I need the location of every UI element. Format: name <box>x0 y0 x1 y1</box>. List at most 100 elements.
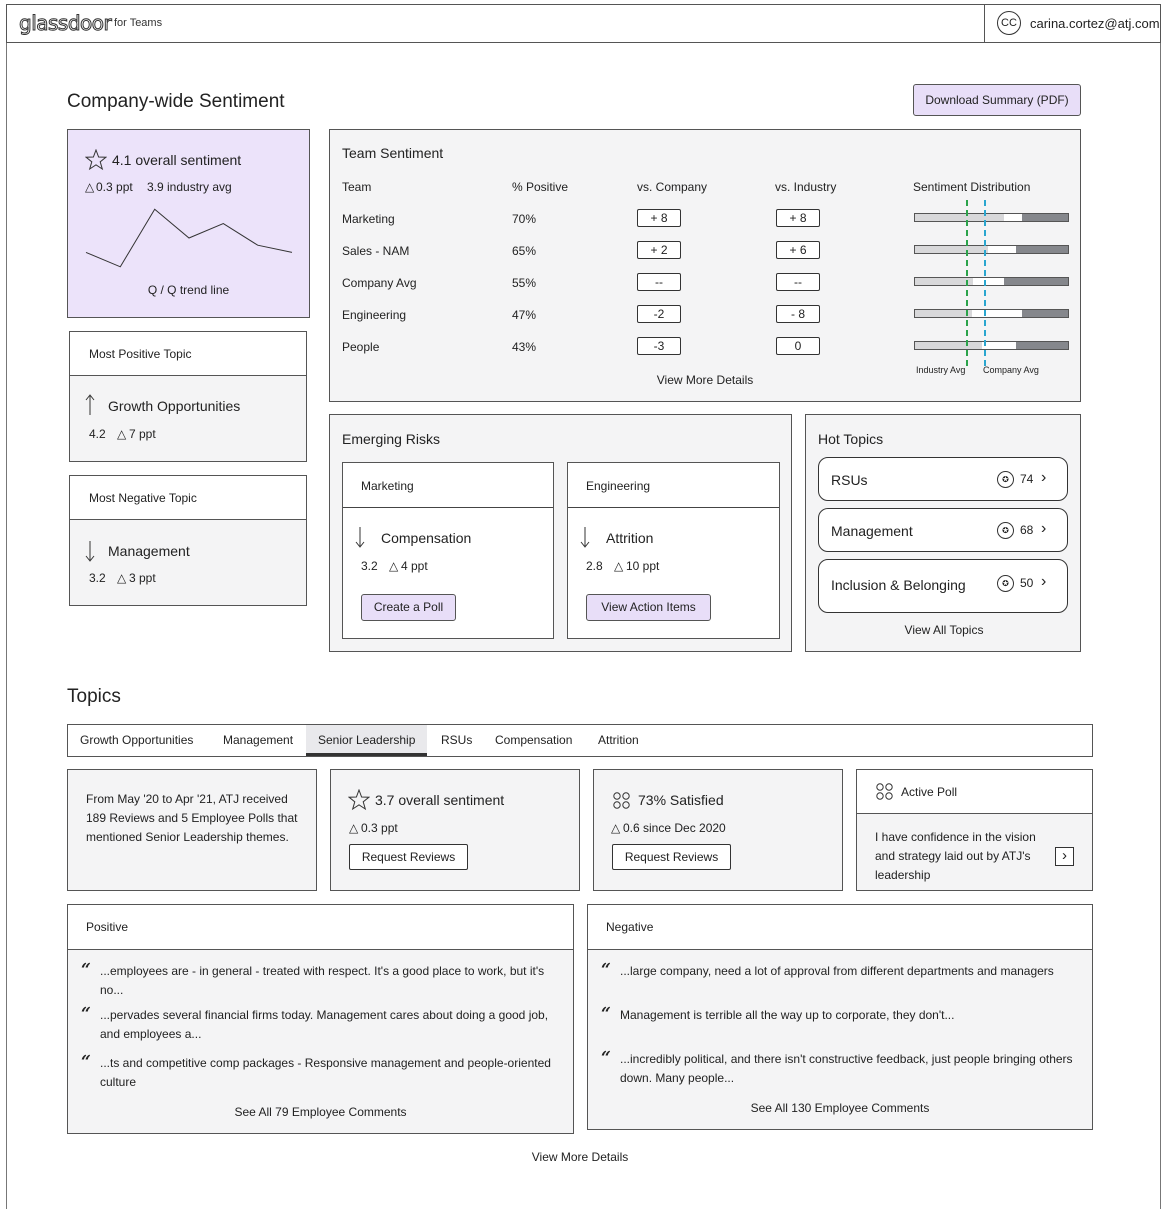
most-negative-delta: 3 ppt <box>129 571 156 585</box>
see-all-positive-link[interactable]: See All 79 Employee Comments <box>68 1105 573 1119</box>
distribution-segment-mid <box>982 342 1016 349</box>
delta-triangle-icon: △ <box>611 821 621 835</box>
distribution-segment-mid <box>1003 214 1023 221</box>
poll-next-button[interactable]: › <box>1055 847 1074 866</box>
vs-company-badge: + 8 <box>637 209 681 227</box>
sentiment-distribution-bar <box>914 245 1069 254</box>
risk-topic: Compensation <box>381 530 472 546</box>
tab-senior-leadership[interactable]: Senior Leadership <box>306 725 428 756</box>
industry-avg-line <box>966 200 968 366</box>
col-team: Team <box>342 180 372 194</box>
most-positive-header: Most Positive Topic <box>69 331 307 376</box>
risk-team: Engineering <box>586 479 651 493</box>
see-all-negative-link[interactable]: See All 130 Employee Comments <box>588 1101 1092 1115</box>
distribution-segment-positive <box>1015 246 1068 253</box>
distribution-segment-neutral <box>915 342 983 349</box>
quote-icon: “ <box>601 1048 611 1068</box>
vs-company-badge: -- <box>637 273 681 291</box>
most-positive-card[interactable]: Growth Opportunities 4.2 △ 7 ppt <box>69 375 307 462</box>
overall-sentiment-label: 4.1 overall sentiment <box>112 152 242 168</box>
positive-header: Positive <box>67 904 574 950</box>
chevron-right-icon: › <box>1062 847 1067 864</box>
most-negative-topic: Management <box>108 543 190 559</box>
team-name: People <box>342 340 380 354</box>
industry-avg-label: Industry Avg <box>916 365 966 375</box>
col-vs-industry: vs. Industry <box>775 180 837 194</box>
vs-company-badge: -2 <box>637 305 681 323</box>
risk-delta: 4 ppt <box>401 559 428 573</box>
hot-topic-rsus[interactable]: RSUs ✪ 74 › <box>818 457 1068 501</box>
active-poll-label: Active Poll <box>901 785 958 799</box>
team-sentiment-card: Team Sentiment Team % Positive vs. Compa… <box>329 129 1081 402</box>
arrow-down-icon <box>85 541 95 562</box>
most-positive-header-label: Most Positive Topic <box>89 347 192 361</box>
tab-growth-opportunities[interactable]: Growth Opportunities <box>68 725 205 756</box>
most-positive-topic: Growth Opportunities <box>108 398 241 414</box>
view-all-topics-link[interactable]: View All Topics <box>806 623 1082 637</box>
team-pct-positive: 47% <box>512 308 537 322</box>
download-summary-button[interactable]: Download Summary (PDF) <box>913 84 1081 116</box>
top-bar: glassdoor for Teams CC carina.cortez@atj… <box>6 4 1161 43</box>
arrow-down-icon <box>355 527 365 548</box>
distribution-segment-mid <box>971 310 1023 317</box>
distribution-segment-neutral <box>915 214 1004 221</box>
trend-line <box>85 208 293 268</box>
team-pct-positive: 55% <box>512 276 537 290</box>
team-pct-positive: 70% <box>512 212 537 226</box>
emerging-risks-card: Emerging Risks Marketing Compensation 3.… <box>329 414 792 652</box>
active-poll-header: Active Poll <box>856 769 1093 814</box>
arrow-down-icon <box>580 527 590 548</box>
risk-topic: Attrition <box>606 530 654 546</box>
hot-topic-label: RSUs <box>831 472 868 488</box>
team-pct-positive: 43% <box>512 340 537 354</box>
most-positive-score: 4.2 <box>89 427 106 441</box>
col-vs-company: vs. Company <box>637 180 708 194</box>
tab-compensation[interactable]: Compensation <box>483 725 584 756</box>
user-menu[interactable]: CC carina.cortez@atj.com <box>984 5 1160 42</box>
topic-overall-label: 3.7 overall sentiment <box>375 792 505 808</box>
distribution-segment-neutral <box>915 310 972 317</box>
chevron-right-icon: › <box>1041 520 1047 537</box>
footer-view-more-link[interactable]: View More Details <box>480 1150 680 1164</box>
delta-triangle-icon: △ <box>117 571 127 585</box>
most-negative-header: Most Negative Topic <box>69 475 307 520</box>
poll-dots-icon <box>876 783 893 800</box>
most-negative-card[interactable]: Management 3.2 △ 3 ppt <box>69 519 307 606</box>
risk-team: Marketing <box>361 479 414 493</box>
distribution-segment-positive <box>1003 278 1068 285</box>
tab-management[interactable]: Management <box>211 725 305 756</box>
chevron-right-icon: › <box>1041 469 1047 486</box>
topic-summary-card: From May '20 to Apr '21, ATJ received 18… <box>67 769 317 891</box>
divider <box>568 507 779 508</box>
reviews-badge-icon: ✪ <box>997 575 1014 592</box>
team-pct-positive: 65% <box>512 244 537 258</box>
quote-icon: “ <box>81 1004 91 1024</box>
topic-satisfied-card: 73% Satisfied △ 0.6 since Dec 2020 Reque… <box>593 769 843 891</box>
hot-topic-inclusion[interactable]: Inclusion & Belonging ✪ 50 › <box>818 559 1068 613</box>
distribution-segment-positive <box>1022 310 1068 317</box>
team-view-more-link[interactable]: View More Details <box>630 373 780 387</box>
positive-quote: ...employees are - in general - treated … <box>100 964 545 997</box>
poll-dots-icon <box>613 792 630 809</box>
hot-topic-management[interactable]: Management ✪ 68 › <box>818 508 1068 552</box>
active-poll-card: I have confidence in the vision and stra… <box>856 813 1093 891</box>
distribution-segment-positive <box>1015 342 1068 349</box>
delta-triangle-icon: △ <box>614 559 624 573</box>
glassdoor-logo[interactable]: glassdoor <box>18 11 112 36</box>
hot-topics-card: Hot Topics RSUs ✪ 74 › Management ✪ 68 ›… <box>805 414 1081 652</box>
tab-attrition[interactable]: Attrition <box>586 725 651 756</box>
positive-quote: ...ts and competitive comp packages - Re… <box>100 1056 551 1089</box>
satisfied-label: 73% Satisfied <box>638 792 724 808</box>
distribution-segment-mid <box>988 246 1016 253</box>
col-sentiment-distribution: Sentiment Distribution <box>913 180 1031 194</box>
tab-rsus[interactable]: RSUs <box>429 725 484 756</box>
quote-icon: “ <box>601 960 611 980</box>
view-action-items-button[interactable]: View Action Items <box>586 594 711 621</box>
topic-overall-delta: 0.3 ppt <box>361 821 398 835</box>
quote-icon: “ <box>81 960 91 980</box>
request-reviews-button[interactable]: Request Reviews <box>612 844 731 870</box>
delta-triangle-icon: △ <box>389 559 399 573</box>
company-avg-line <box>984 200 986 366</box>
create-poll-button[interactable]: Create a Poll <box>361 594 456 621</box>
request-reviews-button[interactable]: Request Reviews <box>349 844 468 870</box>
